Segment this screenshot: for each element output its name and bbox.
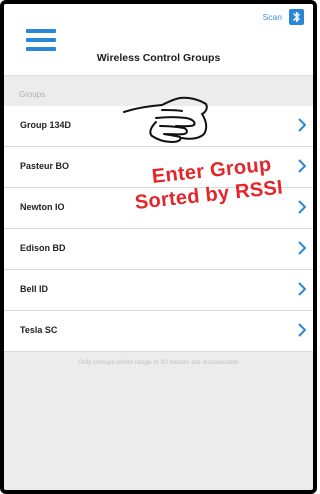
group-row[interactable]: Bell ID	[4, 270, 313, 311]
group-label: Tesla SC	[20, 325, 58, 335]
chevron-right-icon	[298, 118, 306, 132]
group-label: Edison BD	[20, 243, 66, 253]
page-title: Wireless Control Groups	[96, 52, 221, 64]
section-label: Groups	[19, 90, 46, 99]
bluetooth-icon[interactable]	[289, 9, 304, 25]
group-row[interactable]: Pasteur BO	[4, 147, 313, 188]
range-note: Only Groups within range of 10 meters ar…	[78, 359, 239, 366]
chevron-right-icon	[298, 200, 306, 214]
group-label: Newton IO	[20, 202, 65, 212]
group-label: Group 134D	[20, 120, 72, 130]
chevron-right-icon	[298, 282, 306, 296]
groups-section-header: Groups	[4, 76, 313, 106]
group-label: Bell ID	[20, 284, 49, 294]
group-label: Pasteur BO	[20, 161, 70, 171]
app-screen: Wireless Control Groups Scan Groups Grou…	[0, 0, 317, 494]
group-row[interactable]: Edison BD	[4, 229, 313, 270]
scan-button[interactable]: Scan	[263, 12, 282, 22]
chevron-right-icon	[298, 323, 306, 337]
group-row[interactable]: Tesla SC	[4, 311, 313, 352]
chevron-right-icon	[298, 241, 306, 255]
groups-list: Group 134D Pasteur BO Newton IO Edison B…	[4, 106, 313, 352]
group-row[interactable]: Group 134D	[4, 106, 313, 147]
chevron-right-icon	[298, 159, 306, 173]
app-header: Wireless Control Groups Scan	[4, 4, 313, 76]
group-row[interactable]: Newton IO	[4, 188, 313, 229]
